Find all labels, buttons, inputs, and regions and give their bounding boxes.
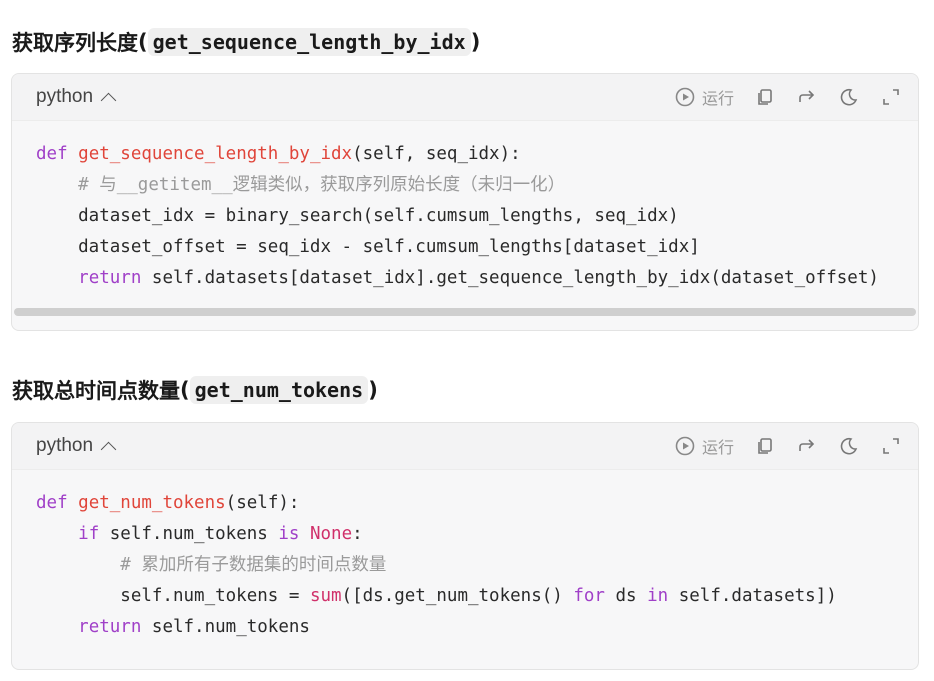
- code-token: None: [309, 524, 353, 544]
- code-token: for: [573, 586, 605, 606]
- code-token: if: [78, 524, 100, 544]
- moon-icon[interactable]: [838, 86, 860, 108]
- language-toggle[interactable]: python: [36, 86, 117, 108]
- code-token: self.num_tokens: [141, 617, 310, 637]
- run-label: 运行: [701, 438, 734, 457]
- run-button[interactable]: 运行: [674, 85, 734, 109]
- code-token: :: [352, 524, 363, 544]
- section-title-code: get_num_tokens: [189, 376, 369, 404]
- code-token: self.datasets[dataset_idx].get_sequence_…: [141, 268, 879, 288]
- code-token: get_sequence_length_by_idx: [78, 144, 353, 164]
- code-token: # 与__getitem__逻辑类似，获取序列原始长度（未归一化）: [36, 175, 566, 195]
- code-token: (self):: [225, 493, 300, 513]
- code-token: is: [278, 524, 300, 544]
- code-line: return self.datasets[dataset_idx].get_se…: [36, 263, 894, 294]
- code-token: def: [36, 144, 79, 164]
- redo-icon[interactable]: [796, 435, 818, 457]
- code-token: dataset_idx = binary_search(self.cumsum_…: [36, 206, 679, 226]
- code-header: python 运行: [12, 423, 918, 470]
- code-token: def: [36, 493, 79, 513]
- code-token: (self, seq_idx):: [352, 144, 521, 164]
- code-block-2: python 运行 def get_num_tokens(self): if s…: [11, 422, 919, 670]
- chevron-up-icon: [100, 92, 117, 108]
- code-line: def get_num_tokens(self):: [36, 488, 894, 519]
- code-token: ([ds.get_num_tokens(): [341, 586, 574, 606]
- section-title-text: 获取序列长度: [12, 31, 138, 55]
- code-line: return self.num_tokens: [36, 612, 894, 643]
- code-token: get_num_tokens: [78, 493, 226, 513]
- section-title-2: 获取总时间点数量 ( get_num_tokens ): [12, 375, 378, 405]
- expand-icon[interactable]: [880, 435, 902, 457]
- section-title-text: 获取总时间点数量: [12, 379, 180, 403]
- expand-icon[interactable]: [880, 86, 902, 108]
- code-line: if self.num_tokens is None:: [36, 519, 894, 550]
- play-circle-icon: [674, 86, 696, 108]
- section-title-1: 获取序列长度 ( get_sequence_length_by_idx ): [12, 27, 480, 57]
- language-label: python: [36, 435, 94, 456]
- moon-icon[interactable]: [838, 435, 860, 457]
- code-token: # 累加所有子数据集的时间点数量: [36, 555, 387, 575]
- code-content: def get_sequence_length_by_idx(self, seq…: [12, 121, 918, 308]
- copy-icon[interactable]: [754, 435, 776, 457]
- run-label: 运行: [701, 89, 734, 108]
- horizontal-scrollbar[interactable]: [14, 308, 916, 316]
- copy-icon[interactable]: [754, 86, 776, 108]
- code-token: dataset_offset = seq_idx - self.cumsum_l…: [36, 237, 700, 257]
- code-token: sum: [309, 586, 342, 606]
- code-line: dataset_offset = seq_idx - self.cumsum_l…: [36, 232, 894, 263]
- code-header: python 运行: [12, 74, 918, 121]
- run-button[interactable]: 运行: [674, 434, 734, 458]
- code-block-1: python 运行 def get_sequence_length_by_idx…: [11, 73, 919, 331]
- code-token: ds: [604, 586, 648, 606]
- code-line: # 累加所有子数据集的时间点数量: [36, 550, 894, 581]
- code-token: return: [78, 268, 142, 288]
- code-line: self.num_tokens = sum([ds.get_num_tokens…: [36, 581, 894, 612]
- code-token: return: [78, 617, 142, 637]
- code-token: self.num_tokens: [99, 524, 279, 544]
- play-circle-icon: [674, 435, 696, 457]
- language-toggle[interactable]: python: [36, 435, 117, 457]
- code-line: dataset_idx = binary_search(self.cumsum_…: [36, 201, 894, 232]
- code-token: self.datasets]): [668, 586, 837, 606]
- code-token: in: [647, 586, 669, 606]
- redo-icon[interactable]: [796, 86, 818, 108]
- section-title-code: get_sequence_length_by_idx: [147, 28, 471, 56]
- code-content: def get_num_tokens(self): if self.num_to…: [12, 470, 918, 657]
- code-token: self.num_tokens =: [36, 586, 310, 606]
- language-label: python: [36, 86, 94, 107]
- chevron-up-icon: [100, 441, 117, 457]
- code-line: # 与__getitem__逻辑类似，获取序列原始长度（未归一化）: [36, 170, 894, 201]
- code-line: def get_sequence_length_by_idx(self, seq…: [36, 139, 894, 170]
